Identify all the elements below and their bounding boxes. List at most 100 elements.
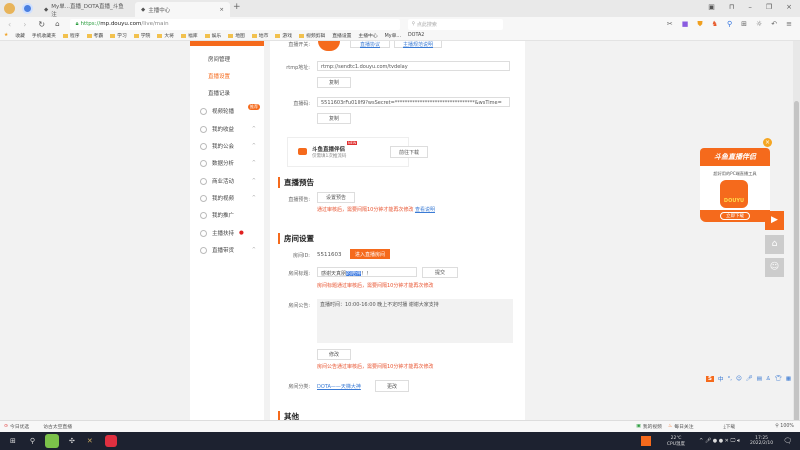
sidebar-item-video-carousel[interactable]: 视频轮播 推荐 bbox=[190, 104, 264, 118]
bookmark[interactable]: 地图 bbox=[228, 32, 245, 39]
fan-app-icon[interactable]: ✣ bbox=[69, 437, 75, 445]
close-tab-icon[interactable]: × bbox=[219, 7, 224, 13]
bookmark[interactable]: DOTA2 bbox=[408, 33, 424, 38]
bookmark[interactable]: 福库 bbox=[180, 32, 198, 39]
sidebar-item-live-settings[interactable]: 直播设置 bbox=[190, 69, 264, 83]
modify-notice-button[interactable]: 修改 bbox=[317, 349, 351, 360]
search-icon[interactable]: ⚲ bbox=[30, 437, 35, 445]
reload-icon[interactable]: ↻ bbox=[38, 20, 45, 29]
shield-icon[interactable]: ⛊ bbox=[697, 20, 702, 29]
sidebar-item-data-analysis[interactable]: 数据分析 ^ bbox=[190, 156, 264, 170]
close-ad-icon[interactable]: × bbox=[763, 138, 772, 147]
room-category-link[interactable]: DOTA——天梯大神 bbox=[317, 383, 361, 390]
rtmp-address-field[interactable]: rtmp://sendtc1.douyu.com/tvdelay bbox=[317, 61, 510, 71]
enter-room-button[interactable]: 进入直播房间 bbox=[350, 249, 390, 259]
scrollbar[interactable] bbox=[793, 41, 800, 431]
selected-text: 的陪伴 bbox=[346, 271, 362, 277]
bookmark[interactable]: 游戏 bbox=[275, 32, 292, 39]
bookmark[interactable]: 程序 bbox=[62, 32, 80, 39]
change-category-button[interactable]: 更改 bbox=[375, 380, 409, 392]
today-pick-link[interactable]: 今日优选 bbox=[10, 423, 29, 430]
sidebar-item-promotion[interactable]: 我的推广 bbox=[190, 208, 264, 222]
extension-icon[interactable]: ■ bbox=[682, 20, 689, 29]
daily-follow-link[interactable]: 每日关注 bbox=[674, 423, 693, 430]
minimize-icon[interactable]: – bbox=[748, 3, 752, 11]
url-input[interactable]: 🔒︎ https://mp.douyu.com/live/main bbox=[69, 18, 400, 30]
room-title-input[interactable]: 感谢天真朋的陪伴！！ bbox=[317, 267, 417, 277]
windows-start-icon[interactable]: ⊞ bbox=[10, 437, 16, 445]
find-icon[interactable]: ⚲ bbox=[727, 20, 732, 29]
ime-toolbar[interactable]: S 中 °, ☺ 🎤︎ ▤ ♙ 👕︎ ▦ bbox=[706, 374, 796, 384]
tab-douyu-stream[interactable]: ◆ My单...直播_DOTA直播_斗鱼注 bbox=[38, 2, 133, 18]
bookmark[interactable]: My单... bbox=[385, 32, 401, 39]
bookmark[interactable]: 考霸 bbox=[86, 32, 103, 39]
bookmark[interactable]: 收藏 bbox=[15, 32, 25, 39]
download-link[interactable]: 下载 bbox=[726, 423, 736, 430]
companion-ad[interactable]: × 斗鱼直播伴侣 超好用的PC端直播工具 DOUYU 立即下载 bbox=[700, 138, 772, 230]
menu-icon[interactable]: ≡ bbox=[786, 20, 792, 29]
game-icon[interactable]: ♞ bbox=[712, 20, 718, 29]
tray-icons[interactable]: ^ 🎤︎ ● ● ✕ 🖵 🔊︎ bbox=[699, 438, 740, 444]
bookmark[interactable]: 大将 bbox=[157, 32, 174, 39]
browser-logo-icon[interactable] bbox=[22, 3, 33, 14]
sidebar-item-support[interactable]: 主播扶持 ● bbox=[190, 226, 264, 240]
live-protocol-link[interactable]: 直播协议 bbox=[350, 41, 390, 48]
home-live-icon[interactable]: ⌂ bbox=[765, 235, 784, 254]
bookmark[interactable]: 直播设置 bbox=[332, 32, 351, 39]
copy-code-button[interactable]: 复制 bbox=[317, 113, 351, 124]
restore-icon[interactable]: ❐ bbox=[766, 3, 772, 11]
robot-icon[interactable]: ☺ bbox=[765, 258, 784, 277]
close-icon[interactable]: × bbox=[786, 3, 792, 11]
back-icon[interactable]: ‹ bbox=[8, 20, 11, 29]
pin-icon[interactable]: ▣ bbox=[708, 3, 715, 11]
bookmark[interactable]: 视频剪辑 bbox=[299, 32, 325, 39]
bookmark[interactable]: 娱乐 bbox=[204, 32, 221, 39]
zoom-level[interactable]: ⚲ 100% bbox=[775, 424, 794, 429]
anchor-rules-link[interactable]: 主播规范说明 bbox=[394, 41, 442, 48]
skin-icon[interactable]: ⊓ bbox=[729, 3, 734, 11]
undo-icon[interactable]: ↶ bbox=[771, 20, 777, 29]
bookmark[interactable]: 地市 bbox=[251, 32, 268, 39]
submit-title-button[interactable]: 提交 bbox=[422, 267, 458, 278]
sidebar-item-guild[interactable]: 我的公会 ^ bbox=[190, 139, 264, 153]
news-link[interactable]: 访古太空直播 bbox=[43, 423, 72, 430]
sidebar-item-my-videos[interactable]: 我的视频 ^ bbox=[190, 191, 264, 205]
tray-app-icon[interactable] bbox=[640, 436, 651, 446]
game-app-icon[interactable]: ✕ bbox=[87, 437, 93, 445]
section-title-room: 房间设置 bbox=[278, 233, 314, 244]
home-icon[interactable]: ⌂ bbox=[55, 20, 59, 28]
bookmark[interactable]: 学院 bbox=[133, 32, 150, 39]
sidebar-item-live-records[interactable]: 直播记录 bbox=[190, 86, 264, 100]
douyu-app-icon[interactable] bbox=[104, 435, 117, 447]
sidebar-item-room-management[interactable]: 房间管理 bbox=[190, 52, 264, 66]
stream-code-field[interactable]: 5511603rFu01Ilf9?wsSecret=**************… bbox=[317, 97, 510, 107]
clock[interactable]: 17:25 2022/2/10 bbox=[750, 436, 773, 446]
sidebar-item-live-commerce[interactable]: 直播带货 ^ bbox=[190, 243, 264, 257]
new-tab-button[interactable]: + bbox=[233, 2, 241, 12]
browser-taskbar-icon[interactable] bbox=[45, 434, 60, 448]
play-video-icon[interactable]: ▶ bbox=[765, 211, 784, 230]
live-toggle[interactable] bbox=[318, 41, 340, 51]
apps-icon[interactable]: ⊞ bbox=[741, 20, 747, 29]
bookmark[interactable]: 主播中心 bbox=[358, 32, 377, 39]
room-notice-textarea[interactable]: 直播时间：10:00-16:00 晚上不定时播 谢谢大家支持 bbox=[317, 299, 513, 343]
download-companion-button[interactable]: 前往下载 bbox=[390, 146, 428, 158]
copy-rtmp-button[interactable]: 复制 bbox=[317, 77, 351, 88]
search-input[interactable]: ⚲ 点此搜索 bbox=[407, 18, 503, 30]
my-videos-link[interactable]: 我的视频 bbox=[643, 423, 662, 430]
bookmark[interactable]: 学习 bbox=[110, 32, 127, 39]
forward-icon[interactable]: › bbox=[23, 20, 26, 29]
tab-anchor-center[interactable]: ◆ 主播中心 × bbox=[135, 2, 230, 17]
notification-icon[interactable]: 🗨︎ bbox=[783, 437, 792, 445]
bookmark[interactable]: 手机收藏夹 bbox=[32, 32, 56, 39]
user-avatar[interactable] bbox=[4, 3, 15, 14]
settings-icon[interactable]: ☼ bbox=[756, 20, 762, 29]
set-preview-button[interactable]: 设置预告 bbox=[317, 192, 355, 203]
today-pick-icon: ⊙ bbox=[4, 424, 9, 429]
scissors-icon[interactable]: ✂ bbox=[667, 20, 673, 29]
ad-download-button[interactable]: 立即下载 bbox=[720, 212, 750, 220]
douyu-app-logo: DOUYU bbox=[720, 180, 748, 208]
sidebar-item-business[interactable]: 商业活动 ^ bbox=[190, 174, 264, 188]
view-instructions-link[interactable]: 查看说明 bbox=[415, 207, 435, 213]
sidebar-item-earnings[interactable]: 我的收益 ^ bbox=[190, 122, 264, 136]
